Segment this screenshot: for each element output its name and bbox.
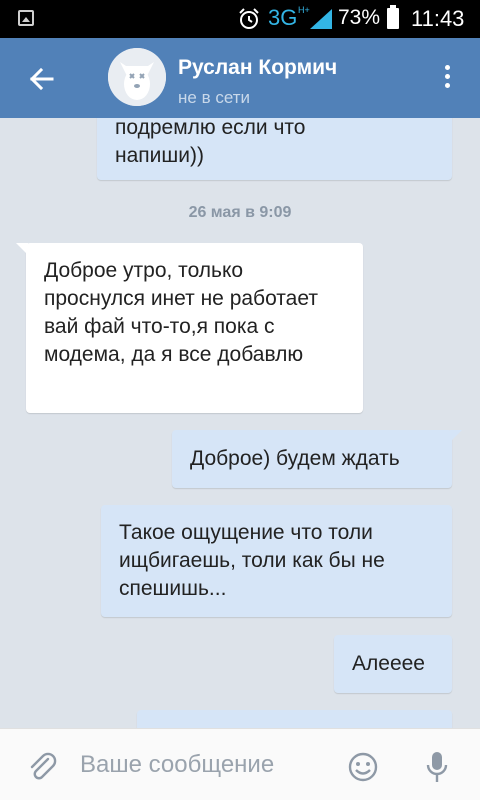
battery-icon [387,5,399,29]
contact-status: не в сети [178,88,250,107]
message-outgoing[interactable]: Алееее [334,635,452,693]
message-incoming[interactable]: Доброе утро, только проснулся инет не ра… [16,243,363,413]
image-icon [18,10,34,26]
microphone-icon[interactable] [426,750,448,784]
message-composer [0,728,480,800]
signal-icon [310,9,332,29]
message-text: напиши)) [115,144,204,167]
message-text: подремлю если что [115,118,306,139]
message-outgoing[interactable] [137,710,452,728]
message-text: Такое ощущение что толи ищбигаешь, толи … [119,521,385,600]
status-bar: 3G H+ 73% 11:43 [0,0,480,38]
chat-header: Руслан Кормич не в сети [0,38,480,118]
avatar[interactable] [108,48,166,106]
contact-name[interactable]: Руслан Кормич [178,56,337,80]
message-text: Доброе утро, только проснулся инет не ра… [44,259,318,366]
network-type: 3G H+ [268,5,310,30]
alarm-icon [239,8,259,29]
emoji-icon[interactable] [347,751,379,783]
clock: 11:43 [411,6,465,31]
date-separator: 26 мая в 9:09 [188,204,292,221]
paperclip-icon[interactable] [26,751,58,783]
message-text: Доброе) будем ждать [190,447,400,470]
message-outgoing[interactable]: Такое ощущение что толи ищбигаешь, толи … [101,505,452,617]
more-vertical-icon[interactable] [435,62,459,96]
message-input[interactable] [80,743,330,787]
message-list[interactable]: подремлю если что напиши)) 26 мая в 9:09… [0,118,480,728]
message-outgoing[interactable]: подремлю если что напиши)) [97,118,452,180]
battery-percent: 73% [338,6,381,29]
message-text: Алееее [352,652,425,675]
back-arrow-icon[interactable] [24,62,58,96]
message-outgoing[interactable]: Доброе) будем ждать [172,430,462,488]
